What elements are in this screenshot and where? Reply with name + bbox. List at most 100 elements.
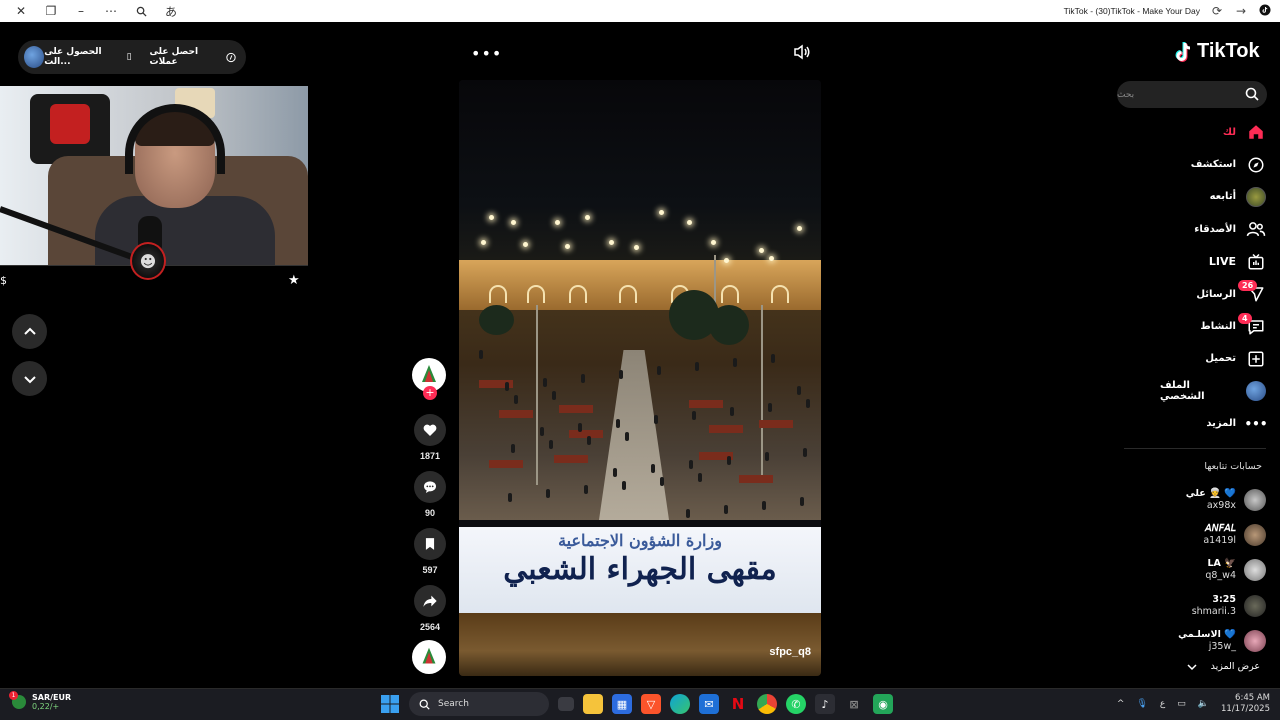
video-more-icon[interactable]: ••• (471, 44, 502, 63)
chevron-up-icon[interactable]: ^ (1117, 699, 1125, 709)
building-arch (527, 285, 545, 303)
messages-badge: 26 (1238, 280, 1258, 292)
sidebar-item-upload[interactable]: تحميل (1160, 343, 1266, 375)
brave-icon[interactable]: ▽ (641, 694, 661, 714)
visitor-figure (552, 391, 556, 400)
translate-icon[interactable]: あ (156, 0, 186, 22)
cafe-seat (709, 425, 743, 433)
follow-plus-icon[interactable]: + (423, 386, 437, 400)
more-options-icon[interactable]: ⋯ (96, 0, 126, 22)
account-name: الاسلـمي 💙 (1178, 628, 1236, 640)
chrome-icon[interactable] (757, 694, 777, 714)
edge-icon[interactable] (670, 694, 690, 714)
street-light (609, 240, 614, 245)
sidebar-item-messages[interactable]: الرسائل 26 (1160, 278, 1266, 310)
street-light (511, 220, 516, 225)
visitor-figure (584, 485, 588, 494)
visitor-figure (724, 505, 728, 514)
clock[interactable]: 6:45 AM 11/17/2025 (1221, 693, 1270, 715)
restore-icon[interactable]: ❐ (36, 0, 66, 22)
coin-icon (226, 52, 236, 62)
language-indicator[interactable]: ع (1160, 699, 1165, 709)
volume-icon[interactable] (793, 44, 811, 64)
network-icon[interactable]: ▭ (1177, 699, 1186, 709)
cafe-seat (559, 405, 593, 413)
minimize-icon[interactable]: – (66, 0, 96, 22)
next-video-button[interactable] (12, 361, 47, 396)
sidebar-item-activity[interactable]: النشاط 4 (1160, 310, 1266, 342)
comment-button[interactable] (414, 471, 446, 503)
friends-icon (1246, 219, 1266, 239)
cafe-seat (739, 475, 773, 483)
visitor-figure (587, 436, 591, 445)
tiktok-taskbar-icon[interactable]: ♪ (815, 694, 835, 714)
store-icon[interactable]: ▦ (612, 694, 632, 714)
discord-icon[interactable]: ◉ (873, 694, 893, 714)
share-button[interactable] (414, 585, 446, 617)
sidebar-item-label: لك (1222, 126, 1236, 138)
microphone-icon[interactable]: 🎙 (1136, 699, 1147, 709)
sidebar-item-explore[interactable]: استكشف (1160, 148, 1266, 180)
video-username[interactable]: sfpc_q8 (769, 646, 811, 658)
following-account[interactable]: 3:25 shmarii.3 (1160, 588, 1266, 623)
whatsapp-icon[interactable]: ✆ (786, 694, 806, 714)
building-arch (569, 285, 587, 303)
visitor-figure (546, 489, 550, 498)
following-account[interactable]: LA 🦅 q8_w4 (1160, 553, 1266, 588)
following-account-text: علي 👳 💙 ax98x (1186, 488, 1236, 512)
mail-icon[interactable]: ✉ (699, 694, 719, 714)
user-avatar[interactable] (24, 46, 45, 68)
account-handle: shmarii.3 (1191, 605, 1236, 617)
following-account[interactable]: علي 👳 💙 ax98x (1160, 482, 1266, 517)
comment-icon (424, 481, 436, 493)
compass-icon (1246, 155, 1266, 175)
save-button[interactable] (414, 528, 446, 560)
sidebar-item-following[interactable]: أتابعه (1160, 181, 1266, 213)
sidebar-item-live[interactable]: LIVE (1160, 246, 1266, 278)
account-name: 3:25 (1212, 593, 1236, 605)
sidebar-item-profile[interactable]: الملف الشخصي (1160, 375, 1266, 407)
lamp-pole (536, 305, 538, 485)
following-account[interactable]: الاسلـمي 💙 j35w_ (1160, 623, 1266, 658)
close-icon[interactable]: ✕ (6, 0, 36, 22)
get-app-button[interactable]: الحصول على الت... ▯ (44, 47, 131, 67)
taskbar-search[interactable]: Search (409, 692, 549, 716)
plaza-tree (709, 305, 749, 345)
account-avatar (1244, 629, 1266, 652)
creator-avatar[interactable]: + (412, 358, 446, 400)
star-icon[interactable]: ★ (288, 273, 300, 288)
sidebar-item-friends[interactable]: الأصدقاء (1160, 213, 1266, 245)
windows-start-icon[interactable] (380, 694, 400, 714)
file-explorer-icon[interactable] (583, 694, 603, 714)
visitor-figure (549, 440, 553, 449)
phone-icon: ▯ (126, 52, 132, 62)
xbox-icon[interactable]: ⊠ (844, 694, 864, 714)
lamp-pole (761, 305, 763, 475)
zoom-icon[interactable] (126, 0, 156, 22)
search-input[interactable]: بحث (1117, 81, 1267, 108)
speaker-icon[interactable]: 🔈 (1198, 699, 1209, 709)
reload-icon[interactable]: ⟳ (1210, 4, 1224, 18)
activity-badge: 4 (1238, 312, 1252, 324)
visitor-figure (622, 481, 626, 490)
account-handle: j35w_ (1208, 640, 1236, 652)
action-column: + 1871 90 597 2564 (412, 358, 448, 674)
forward-icon[interactable]: → (1234, 4, 1248, 18)
sound-avatar[interactable] (412, 640, 446, 674)
visitor-figure (540, 427, 544, 436)
sidebar-item-more[interactable]: المزيد ••• (1160, 408, 1267, 440)
video-player[interactable]: وزارة الشؤون الاجتماعية مقهى الجهراء الش… (459, 80, 821, 676)
like-button[interactable] (414, 414, 446, 446)
following-account[interactable]: 𝘈𝘕𝘍𝘈𝘓 a1419l (1160, 517, 1266, 552)
previous-video-button[interactable] (12, 314, 47, 349)
see-more-button[interactable]: عرض المزيد (1160, 661, 1260, 672)
currency-widget[interactable]: 1 SAR/EUR 0,22/+ (9, 691, 71, 711)
sidebar-item-for-you[interactable]: لك (1160, 116, 1266, 148)
search-icon[interactable] (1245, 87, 1259, 101)
netflix-icon[interactable]: N (728, 694, 748, 714)
task-view-icon[interactable] (558, 697, 574, 711)
tiktok-logo[interactable]: TikTok (1174, 40, 1260, 63)
visitor-figure (730, 407, 734, 416)
get-coins-button[interactable]: احصل على عملات (150, 47, 236, 67)
sign-cafe-name: مقهى الجهراء الشعبي (503, 552, 777, 587)
